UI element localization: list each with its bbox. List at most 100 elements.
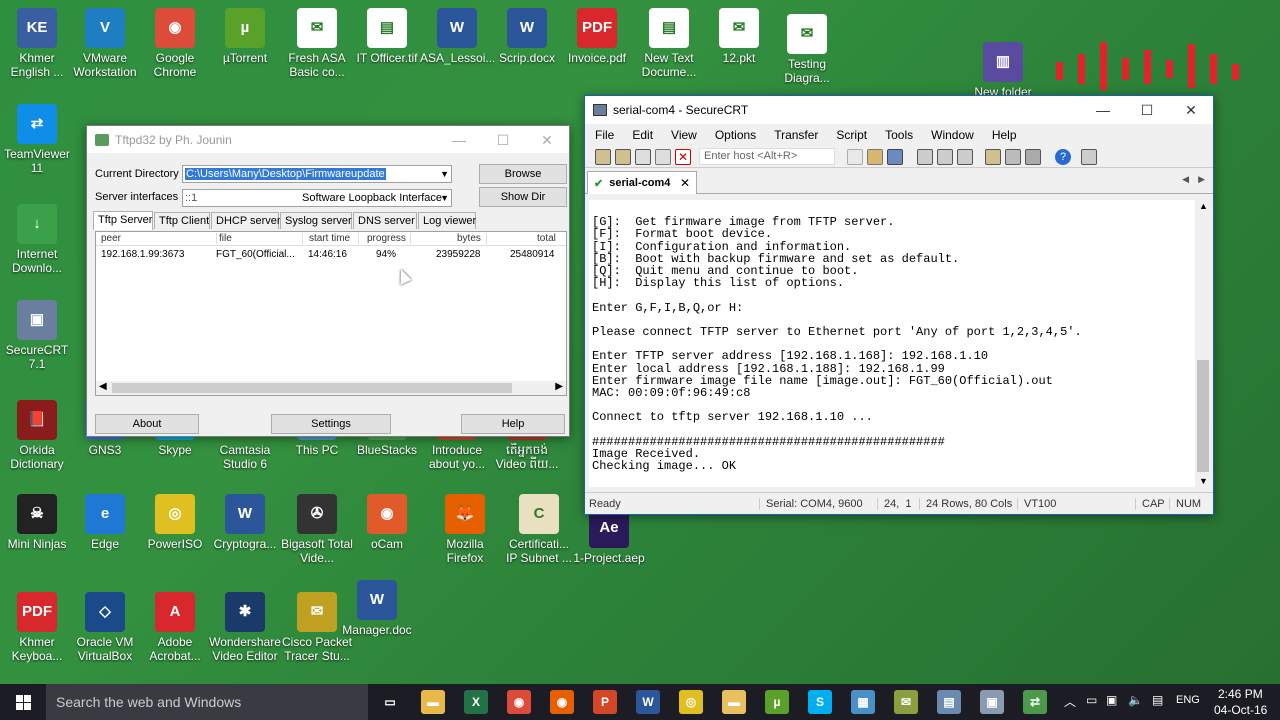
skype-icon[interactable]: S (808, 690, 832, 714)
desktop-icon[interactable]: ◉ Google Chrome (138, 8, 212, 79)
tab-dns-server[interactable]: DNS server (353, 212, 417, 229)
about-button[interactable]: About (95, 414, 199, 434)
chrome-icon[interactable]: ◉ (507, 690, 531, 714)
tab-tftp-client[interactable]: Tftp Client (154, 212, 210, 229)
session-options-icon[interactable] (985, 149, 1001, 165)
desktop-icon[interactable]: ▣ SecureCRT 7.1 (0, 300, 74, 371)
menu-item-script[interactable]: Script (836, 128, 867, 142)
connect-tab-icon[interactable] (635, 149, 651, 165)
desktop-icon[interactable]: A Adobe Acrobat... (138, 592, 212, 663)
menu-item-tools[interactable]: Tools (885, 128, 913, 142)
powerpoint-icon[interactable]: P (593, 690, 617, 714)
menu-item-edit[interactable]: Edit (632, 128, 653, 142)
menu-item-help[interactable]: Help (992, 128, 1017, 142)
language-indicator[interactable]: ENG (1176, 694, 1200, 706)
excel-icon[interactable]: X (464, 690, 488, 714)
desktop-icon[interactable]: ◉ oCam (350, 494, 424, 551)
securecrt-maximize-button[interactable]: ☐ (1125, 96, 1169, 124)
tftpd-window[interactable]: Tftpd32 by Ph. Jounin — ☐ ✕ Current Dire… (86, 125, 570, 437)
connect-icon[interactable] (595, 149, 611, 165)
help-icon[interactable]: ? (1055, 149, 1071, 165)
tab-tftp-server[interactable]: Tftp Server (93, 211, 153, 230)
folder-icon[interactable]: ▬ (722, 690, 746, 714)
battery-icon[interactable]: ▭ (1086, 693, 1097, 707)
menu-item-options[interactable]: Options (715, 128, 756, 142)
desktop-icon[interactable]: W Scrip.docx (490, 8, 564, 65)
help-button[interactable]: Help (461, 414, 565, 434)
scroll-up-icon[interactable]: ▲ (1199, 201, 1208, 211)
utorrent-icon[interactable]: µ (765, 690, 789, 714)
menu-item-window[interactable]: Window (931, 128, 974, 142)
tab-log-viewer[interactable]: Log viewer (418, 212, 476, 229)
paste-icon[interactable] (867, 149, 883, 165)
desktop-icon[interactable]: ↓ Internet Downlo... (0, 204, 74, 275)
desktop-icon[interactable]: C Certificati... IP Subnet ... (502, 494, 576, 565)
file-explorer-icon[interactable]: ▬ (421, 690, 445, 714)
col-start-time[interactable]: start time (302, 233, 358, 244)
print-icon[interactable] (917, 149, 933, 165)
col-total[interactable]: total (486, 233, 560, 244)
chevron-down-icon[interactable]: ▼ (440, 166, 449, 182)
host-input[interactable]: Enter host <Alt+R> (699, 148, 835, 165)
desktop-icon[interactable]: ◎ PowerISO (138, 494, 212, 551)
desktop-icon[interactable]: ☠ Mini Ninjas (0, 494, 74, 551)
scroll-left-icon[interactable]: ◀ (99, 381, 107, 392)
poweriso-icon[interactable]: ◎ (679, 690, 703, 714)
network-app-icon[interactable]: ▦ (851, 690, 875, 714)
securecrt-minimize-button[interactable]: — (1081, 96, 1125, 124)
word-icon[interactable]: W (636, 690, 660, 714)
quick-connect-icon[interactable] (615, 149, 631, 165)
desktop-icon[interactable]: ▤ IT Officer.tif (350, 8, 424, 65)
desktop-icon[interactable]: PDF Invoice.pdf (560, 8, 634, 65)
clock-date[interactable]: 04-Oct-16 (1214, 703, 1267, 717)
securecrt-icon[interactable]: ▣ (980, 690, 1004, 714)
tab-scroll-left-icon[interactable]: ◀ (1182, 174, 1189, 185)
securecrt-close-button[interactable]: ✕ (1169, 96, 1213, 124)
notes-icon[interactable]: ▤ (937, 690, 961, 714)
securecrt-window[interactable]: serial-com4 - SecureCRT — ☐ ✕ File Edit Vi… (584, 95, 1214, 515)
chevron-up-icon[interactable]: ︿ (1064, 693, 1076, 710)
terminal-vertical-scrollbar[interactable]: ▲ ▼ (1195, 200, 1211, 487)
tftpd-minimize-button[interactable]: — (437, 126, 481, 154)
current-directory-combo[interactable]: C:\Users\Many\Desktop\Firmwareupdate ▼ (182, 165, 452, 183)
chevron-down-icon[interactable]: ▼ (440, 190, 449, 206)
key-icon[interactable] (1025, 149, 1041, 165)
menu-item-view[interactable]: View (671, 128, 697, 142)
col-bytes[interactable]: bytes (410, 233, 486, 244)
desktop-icon[interactable]: KE Khmer English ... (0, 8, 74, 79)
disconnect-icon[interactable]: ✕ (675, 149, 691, 165)
session-tab[interactable]: ✔ serial-com4 ✕ (587, 171, 697, 194)
table-row[interactable]: 192.168.1.99:3673 FGT_60(Official... 14:… (96, 246, 566, 262)
desktop-icon[interactable]: ⇄ TeamViewer 11 (0, 104, 74, 175)
desktop-icon[interactable]: PDF Khmer Keyboa... (0, 592, 74, 663)
settings-button[interactable]: Settings (271, 414, 391, 434)
desktop-icon[interactable]: W Manager.doc (340, 580, 414, 637)
desktop-icon[interactable]: ✇ Bigasoft Total Vide... (280, 494, 354, 565)
packet-tracer-icon[interactable]: ✉ (894, 690, 918, 714)
desktop-icon[interactable]: W Cryptogra... (208, 494, 282, 551)
tftpd-maximize-button[interactable]: ☐ (481, 126, 525, 154)
desktop-icon[interactable]: ▥ New folder (966, 42, 1040, 99)
desktop-icon[interactable]: W ASA_Lessoi... (420, 8, 494, 65)
securecrt-titlebar[interactable]: serial-com4 - SecureCRT — ☐ ✕ (585, 96, 1213, 124)
desktop-icon[interactable]: ◇ Oracle VM VirtualBox (68, 592, 142, 663)
desktop-icon[interactable]: ▤ New Text Docume... (632, 8, 706, 79)
terminal-area[interactable]: [G]: Get firmware image from TFTP server… (589, 200, 1195, 487)
print-setup-icon[interactable] (937, 149, 953, 165)
desktop-icon[interactable]: e Edge (68, 494, 142, 551)
clock-time[interactable]: 2:46 PM (1218, 687, 1263, 701)
task-view-icon[interactable]: ▭ (378, 690, 402, 714)
desktop-icon[interactable]: ✉ Fresh ASA Basic co... (280, 8, 354, 79)
desktop-icon[interactable]: ✱ Wondershare Video Editor (208, 592, 282, 663)
search-box[interactable]: Search the web and Windows (46, 684, 368, 720)
network-icon[interactable]: ▣ (1106, 693, 1117, 707)
menu-item-file[interactable]: File (595, 128, 614, 142)
menu-item-transfer[interactable]: Transfer (774, 128, 818, 142)
desktop-icon[interactable]: 🦊 Mozilla Firefox (428, 494, 502, 565)
transfer-list[interactable]: peer file start time progress bytes tota… (95, 231, 567, 396)
tab-scroll-right-icon[interactable]: ▶ (1198, 174, 1205, 185)
global-options-icon[interactable] (1005, 149, 1021, 165)
tftpd-icon[interactable]: ⇄ (1023, 690, 1047, 714)
tab-dhcp-server[interactable]: DHCP server (211, 212, 281, 229)
reconnect-icon[interactable] (655, 149, 671, 165)
